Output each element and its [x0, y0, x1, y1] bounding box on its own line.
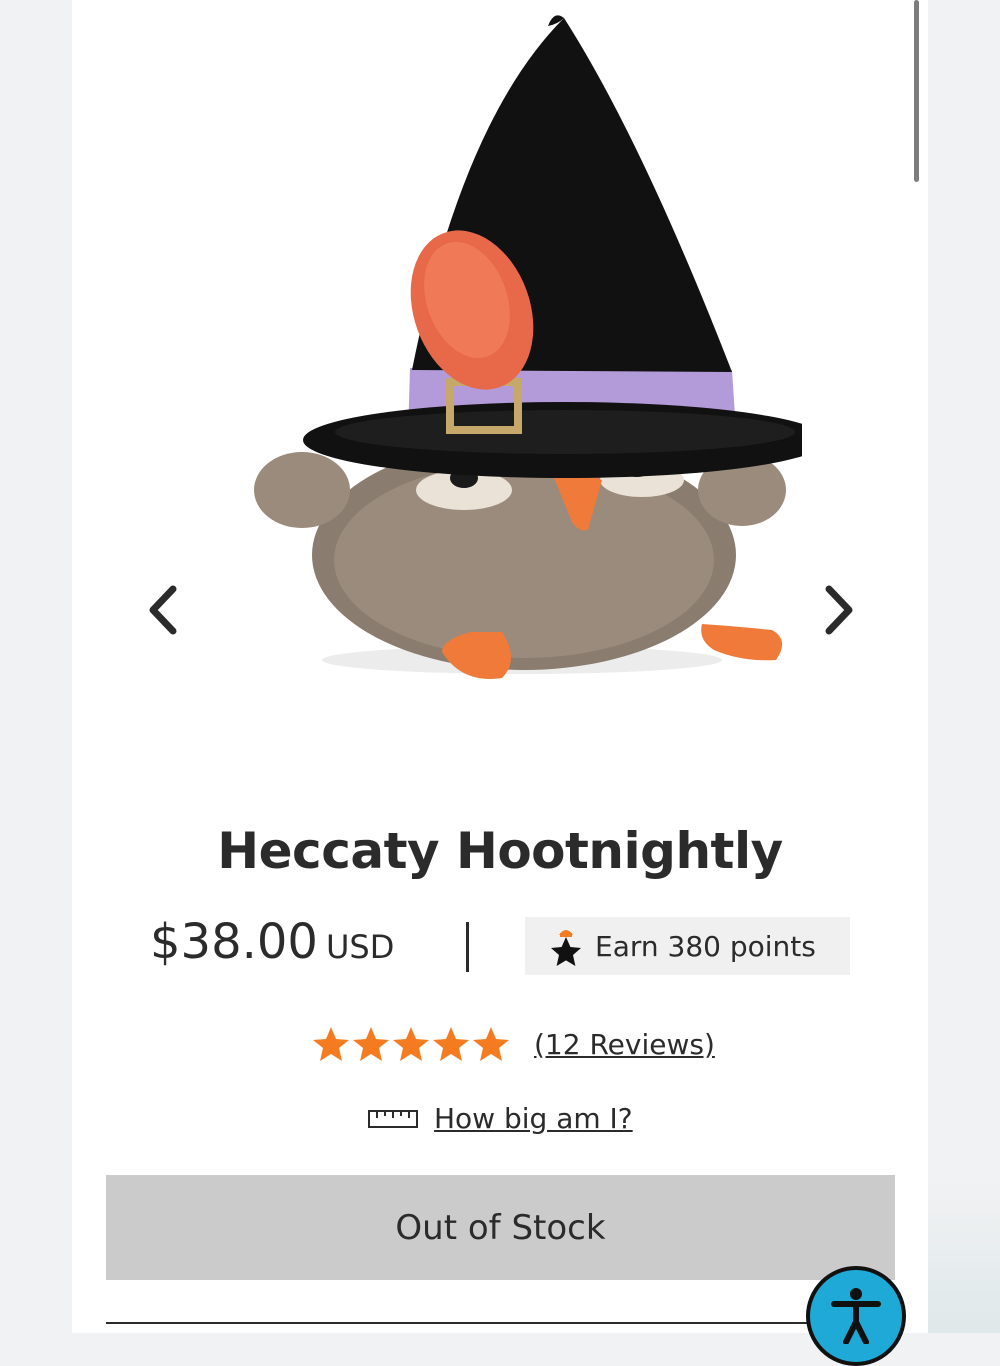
- chevron-left-icon: [149, 585, 177, 635]
- reviews-link[interactable]: (12 Reviews): [534, 1028, 715, 1061]
- next-section-border: [106, 1322, 895, 1344]
- size-guide-link[interactable]: How big am I?: [368, 1102, 633, 1135]
- price-currency: USD: [325, 928, 395, 966]
- product-rating: (12 Reviews): [312, 1022, 715, 1066]
- star-icon: [473, 1027, 509, 1061]
- out-of-stock-button[interactable]: Out of Stock: [106, 1175, 895, 1280]
- price-amount: $38.00: [150, 914, 318, 970]
- chevron-right-icon: [825, 585, 853, 635]
- star-icon: [313, 1027, 349, 1061]
- star-icon: [433, 1027, 469, 1061]
- earn-points-label: Earn 380 points: [595, 929, 816, 963]
- carousel-next-button[interactable]: [810, 580, 870, 640]
- star-icon: [393, 1027, 429, 1061]
- price-divider: [466, 922, 469, 972]
- product-title: Heccaty Hootnightly: [217, 822, 783, 880]
- size-guide-label: How big am I?: [434, 1102, 633, 1135]
- product-image-carousel: [72, 0, 928, 760]
- earn-points-badge[interactable]: Earn 380 points: [525, 917, 850, 975]
- background-edge: [928, 1180, 1000, 1333]
- accessibility-icon: [831, 1288, 881, 1344]
- product-image: [202, 0, 827, 720]
- star-icon: [353, 1027, 389, 1061]
- owl-plush-illustration: [254, 15, 827, 679]
- rating-stars: [312, 1026, 510, 1062]
- star-icon: [551, 930, 581, 966]
- accessibility-button[interactable]: [806, 1266, 906, 1366]
- ruler-icon: [368, 1109, 418, 1128]
- carousel-prev-button[interactable]: [132, 580, 192, 640]
- product-price: $38.00 USD: [150, 914, 394, 970]
